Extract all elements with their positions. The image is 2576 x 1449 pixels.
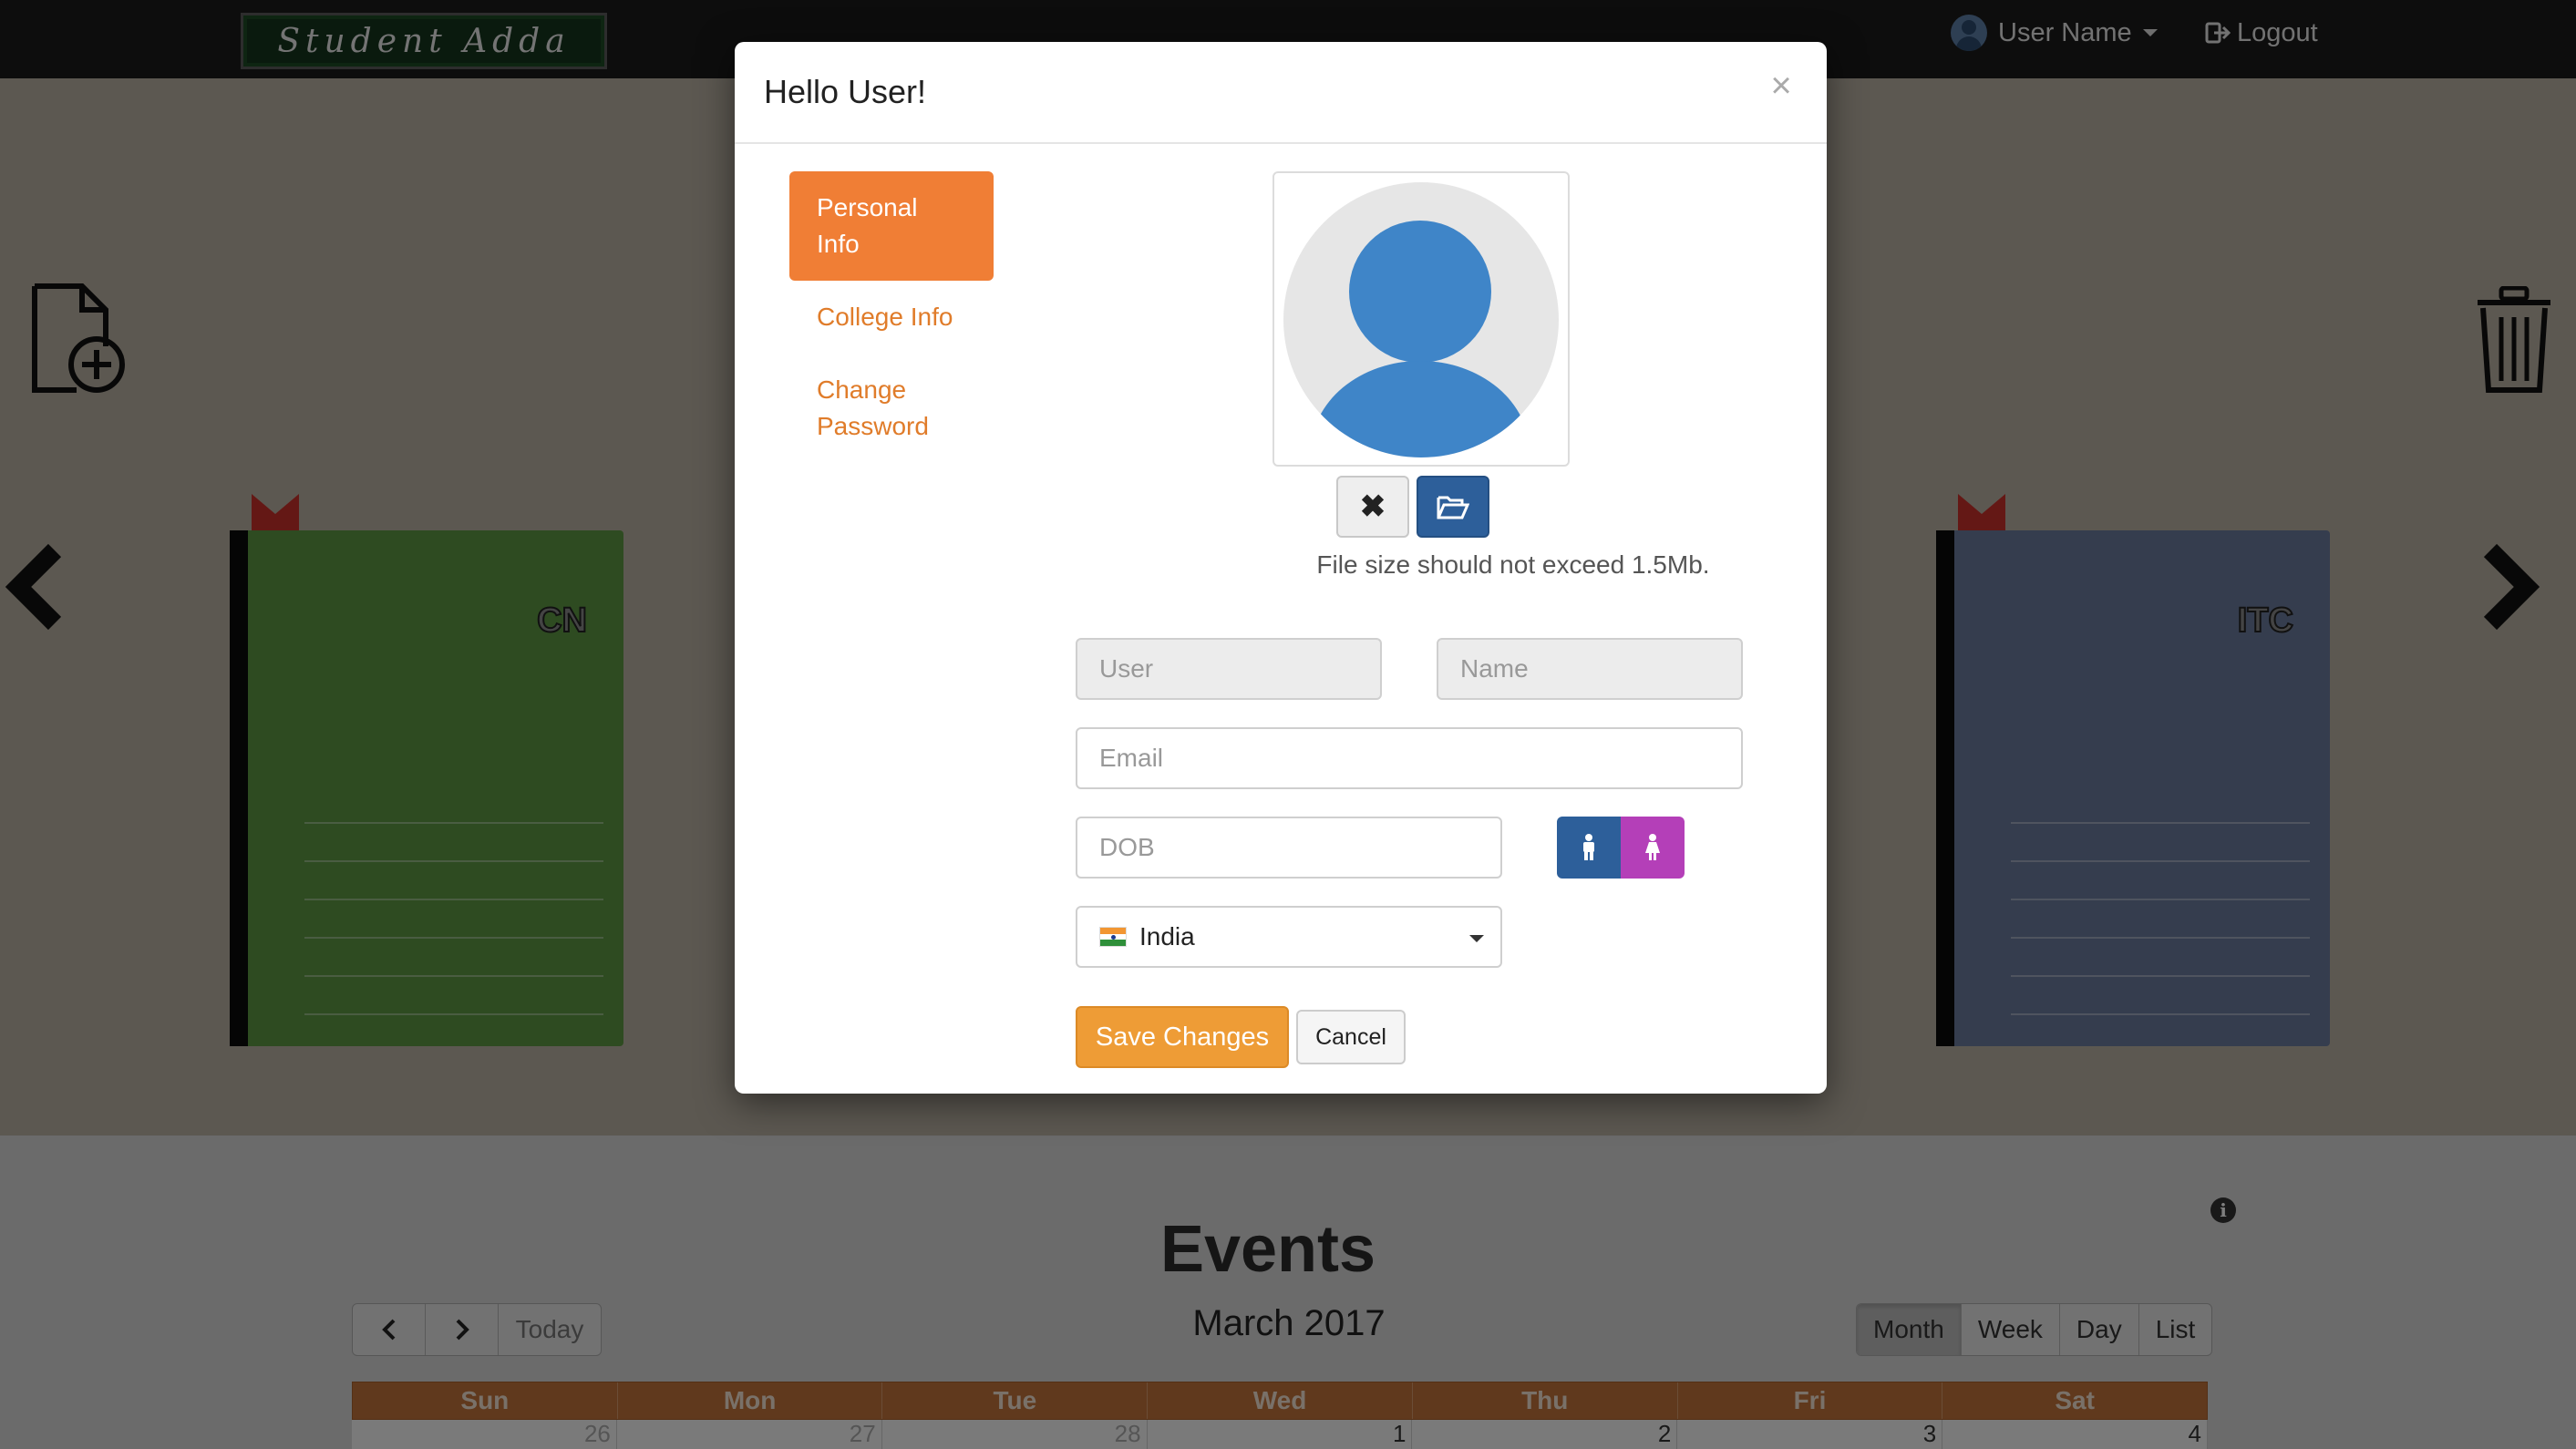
country-select[interactable]: India	[1076, 906, 1502, 968]
profile-tabs: Personal Info College Info Change Passwo…	[789, 171, 994, 463]
file-size-note: File size should not exceed 1.5Mb.	[1316, 550, 1710, 579]
tab-change-password[interactable]: Change Password	[789, 354, 994, 463]
folder-open-icon	[1437, 496, 1469, 519]
india-flag-icon	[1099, 927, 1127, 947]
profile-picture-frame	[1273, 171, 1570, 467]
modal-header: Hello User! ×	[735, 42, 1827, 144]
gender-toggle	[1557, 817, 1685, 879]
female-icon	[1645, 834, 1660, 860]
cancel-button[interactable]: Cancel	[1296, 1010, 1406, 1064]
country-selected-value: India	[1139, 922, 1195, 951]
tab-college-info[interactable]: College Info	[789, 281, 994, 354]
tab-personal-info[interactable]: Personal Info	[789, 171, 994, 281]
file-size-note-row: File size should not exceed 1.5Mb.	[735, 550, 1827, 580]
gender-male-button[interactable]	[1557, 817, 1621, 879]
close-icon[interactable]: ×	[1763, 67, 1799, 104]
name-field[interactable]: Name	[1437, 638, 1743, 700]
modal-title: Hello User!	[764, 73, 927, 110]
profile-modal: Hello User! × Personal Info College Info…	[735, 42, 1827, 1094]
male-icon	[1583, 834, 1594, 860]
save-changes-button[interactable]: Save Changes	[1076, 1006, 1289, 1068]
avatar-actions: ✖	[1336, 476, 1497, 538]
remove-photo-button[interactable]: ✖	[1336, 476, 1409, 538]
gender-female-button[interactable]	[1621, 817, 1685, 879]
email-field[interactable]: Email	[1076, 727, 1743, 789]
default-avatar-icon	[1283, 182, 1559, 457]
user-field[interactable]: User	[1076, 638, 1382, 700]
chevron-down-icon	[1469, 935, 1484, 942]
browse-photo-button[interactable]	[1417, 476, 1489, 538]
dob-field[interactable]: DOB	[1076, 817, 1502, 879]
remove-icon: ✖	[1359, 489, 1386, 524]
